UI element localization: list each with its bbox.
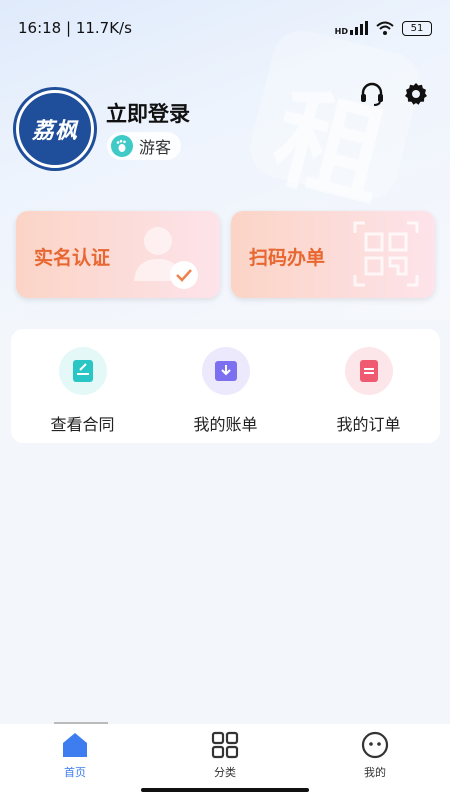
avatar-logo-text: 荔枫 <box>31 113 78 145</box>
menu-label: 查看合同 <box>50 415 115 434</box>
scan-order-card[interactable]: 扫码办单 <box>231 211 435 298</box>
headset-icon <box>361 82 383 106</box>
my-bill-button[interactable]: 我的账单 <box>161 347 291 443</box>
hd-label: HD <box>334 26 348 36</box>
tab-label: 分类 <box>214 766 236 779</box>
menu-icon-wrap <box>201 347 250 395</box>
tab-profile[interactable]: 我的 <box>325 730 425 780</box>
category-icon <box>211 731 239 759</box>
battery-level: 51 <box>410 22 424 34</box>
home-indicator <box>141 788 309 792</box>
signal-icon <box>350 21 368 35</box>
tab-home[interactable]: 首页 <box>25 730 125 780</box>
header-actions <box>358 80 430 108</box>
status-icons: HD 51 <box>334 20 432 36</box>
status-bar: 16:18 | 11.7K/s HD 51 <box>0 0 450 56</box>
settings-button[interactable] <box>402 80 430 108</box>
avatar[interactable]: 荔枫 <box>16 90 94 168</box>
login-button[interactable]: 立即登录 <box>106 98 190 128</box>
real-name-auth-card[interactable]: 实名认证 <box>16 211 220 298</box>
gear-icon <box>405 83 427 105</box>
tab-label: 我的 <box>364 766 386 779</box>
footprint-icon <box>111 135 133 157</box>
menu-icon-wrap <box>344 347 393 395</box>
view-contract-button[interactable]: 查看合同 <box>18 347 148 443</box>
my-order-button[interactable]: 我的订单 <box>304 347 434 443</box>
tab-label: 首页 <box>64 766 86 779</box>
status-time-speed: 16:18 | 11.7K/s <box>18 19 132 37</box>
battery-icon: 51 <box>402 20 432 36</box>
guest-label: 游客 <box>139 138 172 157</box>
order-icon <box>359 360 378 382</box>
bill-icon <box>214 361 237 381</box>
card-label: 实名认证 <box>34 247 111 269</box>
contract-icon <box>72 360 93 382</box>
quick-menu: 查看合同 我的账单 我的订单 <box>11 329 440 443</box>
menu-label: 我的账单 <box>193 415 258 434</box>
menu-label: 我的订单 <box>336 415 401 434</box>
menu-icon-wrap <box>58 347 107 395</box>
home-icon <box>63 733 87 757</box>
profile-icon <box>361 731 389 759</box>
qr-code-icon <box>353 221 419 287</box>
customer-service-button[interactable] <box>358 80 386 108</box>
wifi-icon <box>376 21 394 35</box>
user-verified-icon <box>134 227 198 289</box>
guest-badge: 游客 <box>107 132 182 160</box>
card-label: 扫码办单 <box>249 247 326 269</box>
tab-category[interactable]: 分类 <box>175 730 275 780</box>
